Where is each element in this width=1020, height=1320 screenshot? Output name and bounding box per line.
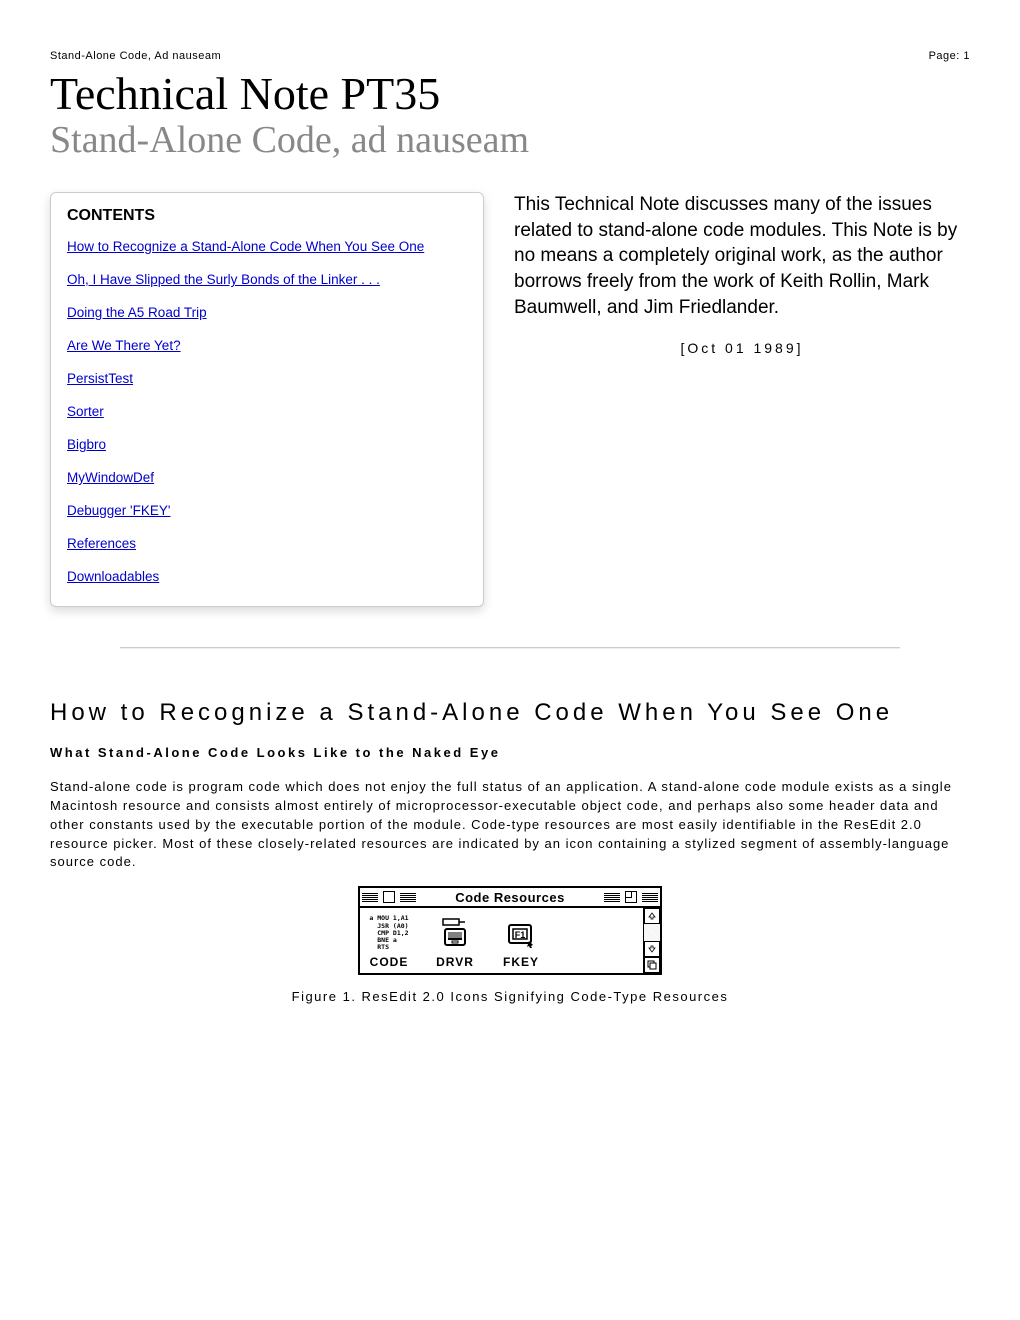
page-header: Stand-Alone Code, Ad nauseam Page: 1 [50,50,970,62]
contents-heading: CONTENTS [67,207,467,225]
toc-link[interactable]: PersistTest [67,371,467,386]
resource-label: FKEY [503,955,539,969]
toc-link[interactable]: Bigbro [67,437,467,452]
toc-link[interactable]: How to Recognize a Stand-Alone Code When… [67,239,467,254]
resource-label: DRVR [436,955,474,969]
zoom-box-icon[interactable] [625,891,637,903]
close-box-icon[interactable] [383,891,395,903]
grow-box-icon[interactable] [644,957,660,973]
figure: Code Resources a MOU 1,A1 JSR (A0) CMP D… [50,886,970,1004]
code-icon: a MOU 1,A1 JSR (A0) CMP D1,2 BNE a RTS [368,914,410,952]
toc-link[interactable]: References [67,536,467,551]
doc-date: [Oct 01 1989] [514,340,970,356]
toc-link[interactable]: Debugger 'FKEY' [67,503,467,518]
drvr-icon [434,914,476,952]
svg-text:F1: F1 [515,930,526,940]
figure-caption: Figure 1. ResEdit 2.0 Icons Signifying C… [50,989,970,1004]
toc-link[interactable]: Oh, I Have Slipped the Surly Bonds of th… [67,272,467,287]
body-paragraph: Stand-alone code is program code which d… [50,778,970,872]
section-divider [120,647,900,649]
scroll-down-icon[interactable] [644,941,660,957]
resedit-window: Code Resources a MOU 1,A1 JSR (A0) CMP D… [358,886,662,975]
intro-paragraph: This Technical Note discusses many of th… [514,192,970,320]
toc-link[interactable]: Sorter [67,404,467,419]
resource-item-code[interactable]: a MOU 1,A1 JSR (A0) CMP D1,2 BNE a RTS C… [368,914,410,969]
resource-label: CODE [370,955,409,969]
titlebar-lines-icon [398,893,418,902]
toc-link[interactable]: Doing the A5 Road Trip [67,305,467,320]
titlebar-lines-icon [640,893,660,902]
title-block: Technical Note PT35 Stand-Alone Code, ad… [50,70,970,162]
contents-box: CONTENTS How to Recognize a Stand-Alone … [50,192,484,607]
section-subheading: What Stand-Alone Code Looks Like to the … [50,745,970,760]
header-left: Stand-Alone Code, Ad nauseam [50,50,221,62]
resource-item-drvr[interactable]: DRVR [434,914,476,969]
scrollbar[interactable] [643,908,660,973]
scroll-track[interactable] [644,924,660,941]
titlebar-lines-icon [602,893,622,902]
window-title: Code Resources [418,890,602,905]
window-titlebar: Code Resources [360,888,660,908]
titlebar-lines-icon [360,893,380,902]
doc-title: Technical Note PT35 [50,70,970,118]
toc-link[interactable]: Downloadables [67,569,467,584]
resource-item-fkey[interactable]: F1 FKEY [500,914,542,969]
doc-subtitle: Stand-Alone Code, ad nauseam [50,120,970,162]
window-content: a MOU 1,A1 JSR (A0) CMP D1,2 BNE a RTS C… [360,908,643,973]
section-heading: How to Recognize a Stand-Alone Code When… [50,699,970,727]
toc-link[interactable]: Are We There Yet? [67,338,467,353]
header-right: Page: 1 [929,50,970,62]
scroll-up-icon[interactable] [644,908,660,924]
fkey-icon: F1 [500,914,542,952]
toc-link[interactable]: MyWindowDef [67,470,467,485]
